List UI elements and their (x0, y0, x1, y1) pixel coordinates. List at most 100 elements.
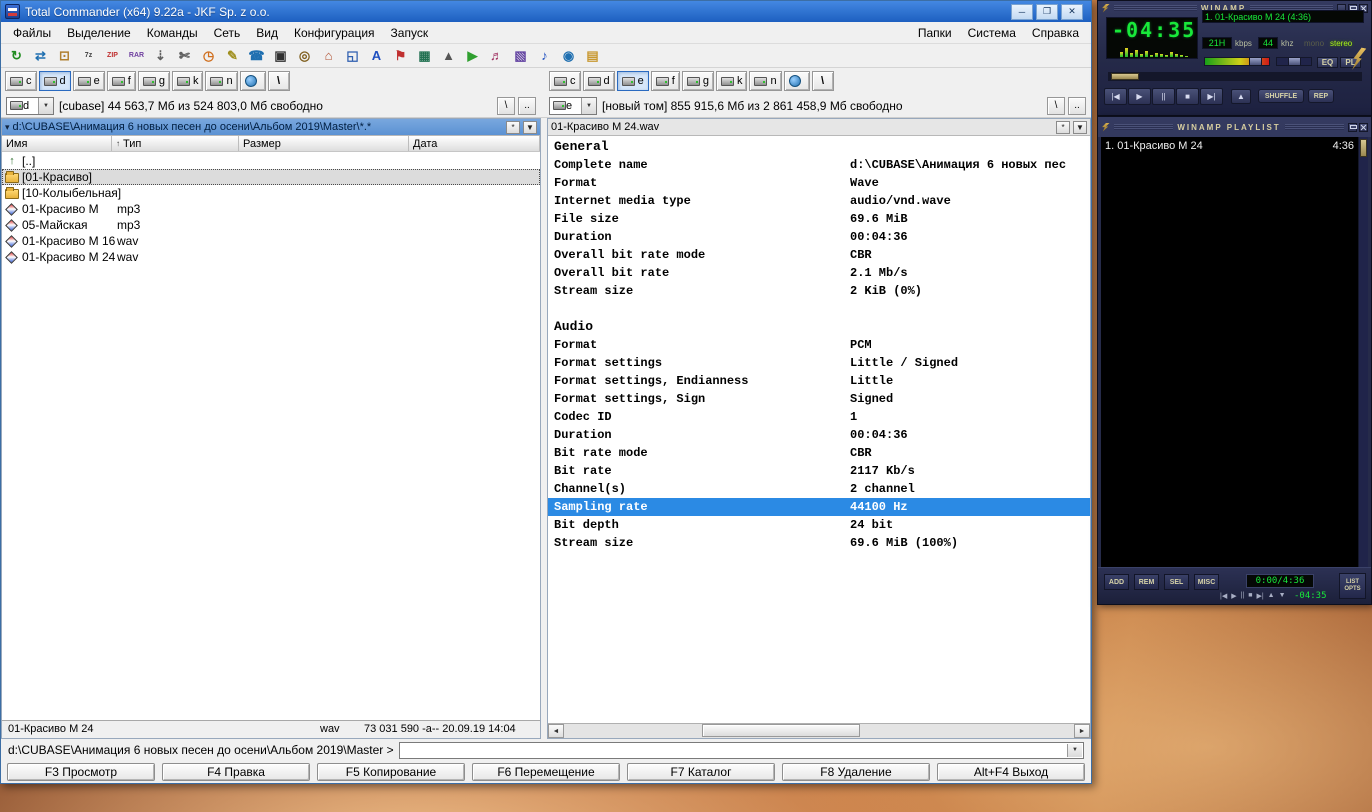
music-icon[interactable]: ♪ (534, 46, 555, 66)
seek-bar[interactable] (1108, 72, 1362, 81)
title-bar[interactable]: Total Commander (x64) 9.22a - JKF Sp. z … (1, 1, 1091, 22)
menu-item[interactable]: Конфигурация (286, 23, 383, 43)
drive-button-f[interactable]: f (650, 71, 680, 91)
drive-button-n[interactable]: n (749, 71, 782, 91)
drive-button-c[interactable]: c (549, 71, 581, 91)
info-row[interactable]: Overall bit rate 2.1 Mb/s (548, 264, 1090, 282)
internet-icon[interactable]: ◉ (558, 46, 579, 66)
sel-button[interactable]: SEL (1164, 574, 1189, 590)
scrollbar-track[interactable] (564, 724, 1074, 738)
track-title-marquee[interactable]: 1. 01-Красиво М 24 (4:36) (1202, 10, 1364, 23)
shade-button[interactable] (1348, 122, 1357, 132)
mini-next-button[interactable]: ▶| (1256, 592, 1263, 600)
root-drive-button[interactable]: \ (267, 71, 290, 91)
info-row[interactable]: Overall bit rate mode CBR (548, 246, 1090, 264)
drive-button-e[interactable]: e (616, 71, 649, 91)
drive-combo-right[interactable]: e ▼ (549, 96, 597, 115)
pack-zip-icon[interactable]: ZIP (102, 46, 123, 66)
info-row[interactable]: Bit rate 2117 Kb/s (548, 462, 1090, 480)
shuffle-button[interactable]: SHUFFLE (1258, 89, 1304, 103)
menu-item[interactable]: Файлы (5, 23, 59, 43)
menu-item[interactable]: Запуск (383, 23, 437, 43)
pack-rar-icon[interactable]: RAR (126, 46, 147, 66)
mini-play-button[interactable]: ▶ (1231, 592, 1236, 600)
function-key-button[interactable]: F6 Перемещение (472, 763, 620, 781)
path-favorites-button[interactable]: * (1056, 120, 1070, 134)
info-row[interactable]: Bit depth 24 bit (548, 516, 1090, 534)
drive-combo-left[interactable]: d ▼ (6, 96, 54, 115)
command-input[interactable]: ▼ (398, 741, 1084, 759)
info-row[interactable]: Bit rate mode CBR (548, 444, 1090, 462)
menu-item[interactable]: Справка (1024, 23, 1087, 43)
playlist-title-bar[interactable]: WINAMP PLAYLIST (1098, 117, 1371, 137)
path-history-button[interactable]: ▼ (1073, 120, 1087, 134)
ftp-icon[interactable]: ☎ (246, 46, 267, 66)
seek-thumb[interactable] (1111, 73, 1139, 80)
info-row[interactable]: Format Wave (548, 174, 1090, 192)
maximize-button[interactable]: ❐ (1036, 3, 1058, 20)
search-icon[interactable]: ◎ (294, 46, 315, 66)
network-drive-button[interactable] (783, 71, 810, 91)
notes-icon[interactable]: ✎ (222, 46, 243, 66)
column-header[interactable]: Размер (239, 136, 409, 151)
playlist-menu-icon[interactable] (1102, 122, 1110, 132)
chevron-down-icon[interactable]: ▼ (38, 97, 53, 114)
stop-button[interactable]: ■ (1176, 88, 1199, 105)
pause-button[interactable]: || (1152, 88, 1175, 105)
function-key-button[interactable]: F7 Каталог (627, 763, 775, 781)
scroll-left-icon[interactable]: ◄ (548, 724, 564, 738)
current-path-bar-right[interactable]: 01-Красиво М 24.wav * ▼ (548, 119, 1090, 136)
menu-item[interactable]: Система (960, 23, 1024, 43)
function-key-button[interactable]: F5 Копирование (317, 763, 465, 781)
winamp-menu-icon[interactable] (1102, 3, 1110, 13)
file-row[interactable]: 01-Красиво М 16 wav (2, 233, 540, 249)
function-key-button[interactable]: Alt+F4 Выход (937, 763, 1085, 781)
playlist-scrollbar[interactable] (1358, 137, 1368, 567)
info-row[interactable]: Duration 00:04:36 (548, 426, 1090, 444)
column-header[interactable]: Дата (409, 136, 540, 151)
info-row[interactable]: Duration 00:04:36 (548, 228, 1090, 246)
path-menu-icon[interactable]: ▾ (5, 122, 10, 133)
scrollbar-thumb[interactable] (701, 724, 860, 737)
parent-dir-button[interactable]: .. (1068, 96, 1086, 115)
info-row[interactable]: Complete name d:\CUBASE\Анимация 6 новых … (548, 156, 1090, 174)
drive-button-k[interactable]: k (715, 71, 748, 91)
info-row[interactable]: Format settings Little / Signed (548, 354, 1090, 372)
info-row[interactable]: Stream size 69.6 MiB (100%) (548, 534, 1090, 552)
info-row[interactable]: Format PCM (548, 336, 1090, 354)
list-options-button[interactable]: LIST OPTS (1339, 573, 1366, 599)
file-row[interactable]: 01-Красиво М 24 wav (2, 249, 540, 265)
flag-icon[interactable]: ⚑ (390, 46, 411, 66)
mini-down-button[interactable]: ▼ (1279, 592, 1286, 600)
mixer-icon[interactable]: ♬ (486, 46, 507, 66)
mini-stop-button[interactable]: ■ (1248, 592, 1252, 600)
close-button[interactable]: ✕ (1061, 3, 1083, 20)
info-row[interactable]: Format settings, Endianness Little (548, 372, 1090, 390)
drive-button-c[interactable]: c (5, 71, 37, 91)
close-button[interactable] (1359, 122, 1368, 132)
function-key-button[interactable]: F3 Просмотр (7, 763, 155, 781)
menu-item[interactable]: Сеть (206, 23, 249, 43)
file-row[interactable]: ↑ [..] (2, 153, 540, 169)
path-favorites-button[interactable]: * (506, 120, 520, 134)
drive-button-e[interactable]: e (72, 71, 105, 91)
mini-pause-button[interactable]: || (1241, 592, 1245, 600)
minimize-button[interactable]: ─ (1011, 3, 1033, 20)
root-dir-button[interactable]: \ (1047, 96, 1065, 115)
info-row[interactable]: Stream size 2 KiB (0%) (548, 282, 1090, 300)
drive-button-k[interactable]: k (171, 71, 204, 91)
info-row[interactable]: Channel(s) 2 channel (548, 480, 1090, 498)
playlist-scrollbar-thumb[interactable] (1360, 139, 1367, 157)
mini-prev-button[interactable]: |◀ (1220, 592, 1227, 600)
repeat-button[interactable]: REP (1308, 89, 1334, 103)
swap-panels-icon[interactable]: ⇄ (30, 46, 51, 66)
tv-icon[interactable]: ◱ (342, 46, 363, 66)
cut-icon[interactable]: ✄ (174, 46, 195, 66)
drive-button-g[interactable]: g (137, 71, 170, 91)
drive-button-g[interactable]: g (681, 71, 714, 91)
previous-button[interactable]: |◀ (1104, 88, 1127, 105)
column-header[interactable]: ↑ Тип (112, 136, 239, 151)
info-row[interactable]: Internet media type audio/vnd.wave (548, 192, 1090, 210)
rem-button[interactable]: REM (1134, 574, 1159, 590)
equalizer-button[interactable]: EQ (1317, 57, 1338, 68)
